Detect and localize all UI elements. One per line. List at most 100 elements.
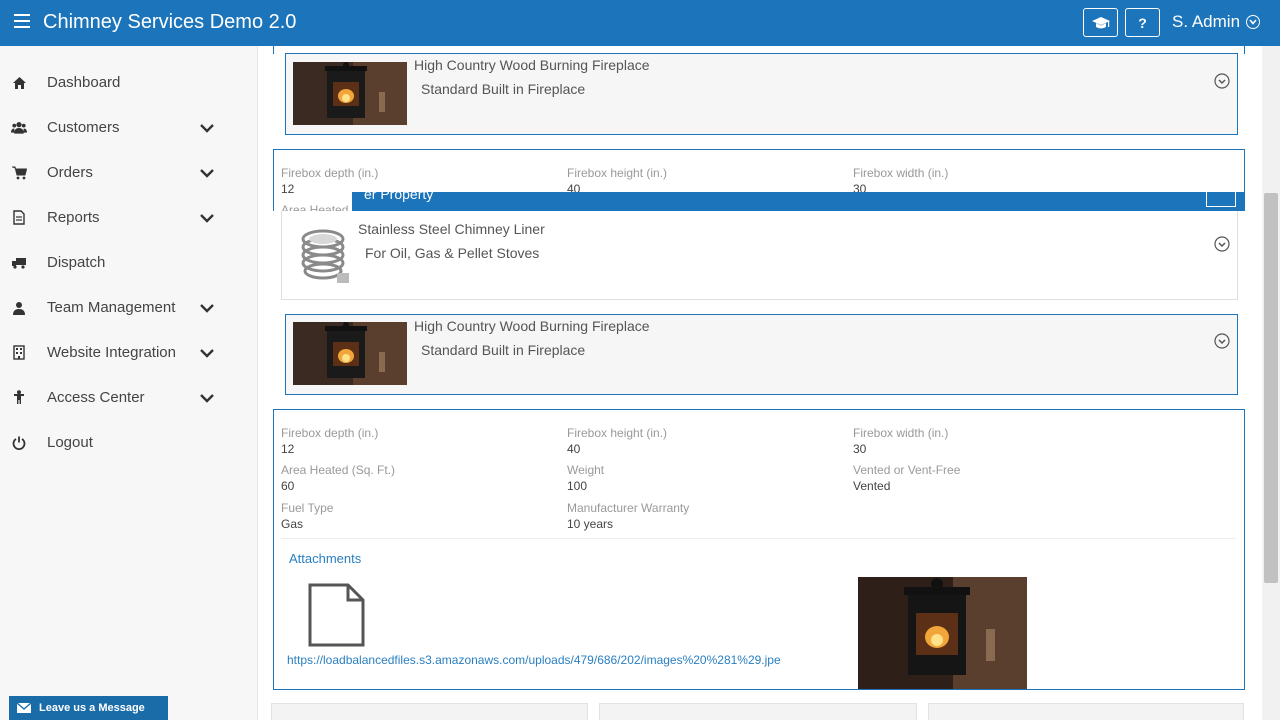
chevron-down-icon[interactable] [199, 120, 215, 136]
leave-message-button[interactable]: Leave us a Message [9, 696, 168, 720]
sidebar-item-label: Dashboard [47, 74, 121, 91]
chevron-down-circle-icon[interactable] [1214, 73, 1230, 89]
scrollbar[interactable] [1262, 46, 1280, 720]
user-icon [11, 300, 27, 316]
attachment-thumbnail[interactable] [858, 577, 1027, 689]
divider [281, 538, 1236, 539]
divider [273, 46, 274, 54]
sidebar-item-orders[interactable]: Orders [0, 150, 258, 195]
sidebar-item-dispatch[interactable]: Dispatch [0, 240, 258, 285]
sidebar-item-label: Dispatch [47, 254, 106, 271]
user-name: S. Admin [1172, 12, 1241, 31]
band-title: er Property [364, 192, 434, 202]
top-bar: Chimney Services Demo 2.0 ? S. Admin [0, 0, 1280, 46]
power-icon [11, 435, 27, 451]
product-subtitle: Standard Built in Fireplace [421, 81, 586, 97]
field-value: 10 years [567, 517, 614, 531]
cart-icon [11, 165, 27, 181]
sidebar-item-reports[interactable]: Reports [0, 195, 258, 240]
sidebar-item-logout[interactable]: Logout [0, 420, 258, 465]
main-content: High Country Wood Burning Fireplace Stan… [258, 46, 1262, 720]
chevron-down-circle-icon[interactable] [1214, 236, 1230, 252]
area-heated-field: Area Heated (Sq. Ft.) 60 [281, 463, 395, 493]
sidebar-item-customers[interactable]: Customers [0, 105, 258, 150]
product-card[interactable]: High Country Wood Burning Fireplace Stan… [285, 53, 1238, 135]
home-icon [11, 75, 27, 91]
sidebar-item-label: Team Management [47, 299, 176, 316]
field-value: 30 [853, 442, 867, 456]
product-card[interactable]: Stainless Steel Chimney Liner For Oil, G… [281, 211, 1238, 300]
product-subtitle: Standard Built in Fireplace [421, 342, 586, 358]
product-details: Firebox depth (in.) 12 Firebox height (in… [273, 409, 1245, 690]
sidebar: Dashboard Customers Orders Reports Dispa… [0, 46, 258, 720]
chevron-down-icon[interactable] [199, 345, 215, 361]
sidebar-item-label: Logout [47, 434, 93, 451]
action-card[interactable] [599, 703, 917, 720]
graduation-cap-icon [1091, 16, 1110, 28]
product-title: High Country Wood Burning Fireplace [414, 318, 650, 334]
weight-field: Weight 100 [567, 463, 604, 493]
warranty-field: Manufacturer Warranty 10 years [567, 501, 689, 531]
field-value: Vented [853, 479, 891, 493]
scrollbar-thumb[interactable] [1264, 193, 1278, 583]
field-value: 12 [281, 442, 295, 456]
app-title: Chimney Services Demo 2.0 [43, 11, 297, 33]
file-icon[interactable] [308, 583, 365, 647]
attachment-link[interactable]: https://loadbalancedfiles.s3.amazonaws.c… [287, 653, 781, 667]
field-value: 40 [567, 442, 581, 456]
product-title: Stainless Steel Chimney Liner [358, 221, 545, 237]
sidebar-item-label: Customers [47, 119, 120, 136]
fireplace-image [293, 322, 407, 385]
chevron-down-icon[interactable] [199, 300, 215, 316]
action-card[interactable] [928, 703, 1244, 720]
field-value: Gas [281, 517, 304, 531]
property-header-band: er Property [352, 192, 1244, 211]
sidebar-item-team-management[interactable]: Team Management [0, 285, 258, 330]
field-label: Fuel Type [281, 501, 334, 515]
field-value: 60 [281, 479, 295, 493]
divider [1244, 46, 1245, 54]
help-button[interactable]: ? [1125, 8, 1160, 37]
field-label: Firebox height (in.) [567, 166, 668, 180]
fuel-type-field: Fuel Type Gas [281, 501, 333, 531]
sidebar-item-website-integration[interactable]: Website Integration [0, 330, 258, 375]
product-title: High Country Wood Burning Fireplace [414, 57, 650, 73]
field-label: Firebox width (in.) [853, 426, 949, 440]
leave-message-label: Leave us a Message [39, 702, 145, 714]
field-label: Firebox width (in.) [853, 166, 949, 180]
truck-icon [11, 255, 27, 271]
chevron-down-icon[interactable] [199, 165, 215, 181]
sidebar-item-access-center[interactable]: Access Center [0, 375, 258, 420]
sidebar-item-label: Orders [47, 164, 93, 181]
field-label: Weight [567, 463, 605, 477]
hamburger-menu-icon[interactable] [14, 14, 30, 30]
user-menu[interactable]: S. Admin [1172, 12, 1261, 32]
sidebar-item-label: Reports [47, 209, 100, 226]
action-card[interactable] [271, 703, 588, 720]
product-card[interactable]: High Country Wood Burning Fireplace Stan… [285, 314, 1238, 395]
users-icon [11, 120, 27, 136]
field-label: Area Heated (Sq. Ft.) [281, 463, 396, 477]
chimney-liner-image [301, 229, 349, 283]
field-label: Firebox height (in.) [567, 426, 668, 440]
field-label: Firebox depth (in.) [281, 426, 379, 440]
firebox-height-field: Firebox height (in.) 40 [567, 426, 667, 456]
chevron-down-icon[interactable] [199, 210, 215, 226]
envelope-icon [9, 703, 39, 713]
band-button[interactable] [1206, 192, 1236, 207]
document-icon [11, 210, 27, 226]
chevron-down-circle-icon [1246, 15, 1261, 29]
chevron-down-icon[interactable] [199, 390, 215, 406]
field-label: Manufacturer Warranty [567, 501, 690, 515]
sidebar-item-label: Website Integration [47, 344, 176, 361]
building-icon [11, 345, 27, 361]
sidebar-item-dashboard[interactable]: Dashboard [0, 60, 258, 105]
attachments-title: Attachments [289, 551, 362, 566]
sidebar-item-label: Access Center [47, 389, 145, 406]
chevron-down-circle-icon[interactable] [1214, 333, 1230, 349]
graduation-cap-button[interactable] [1083, 8, 1118, 37]
product-subtitle: For Oil, Gas & Pellet Stoves [365, 245, 540, 261]
person-icon [11, 390, 27, 406]
firebox-depth-field: Firebox depth (in.) 12 [281, 426, 378, 456]
firebox-width-field: Firebox width (in.) 30 [853, 426, 948, 456]
